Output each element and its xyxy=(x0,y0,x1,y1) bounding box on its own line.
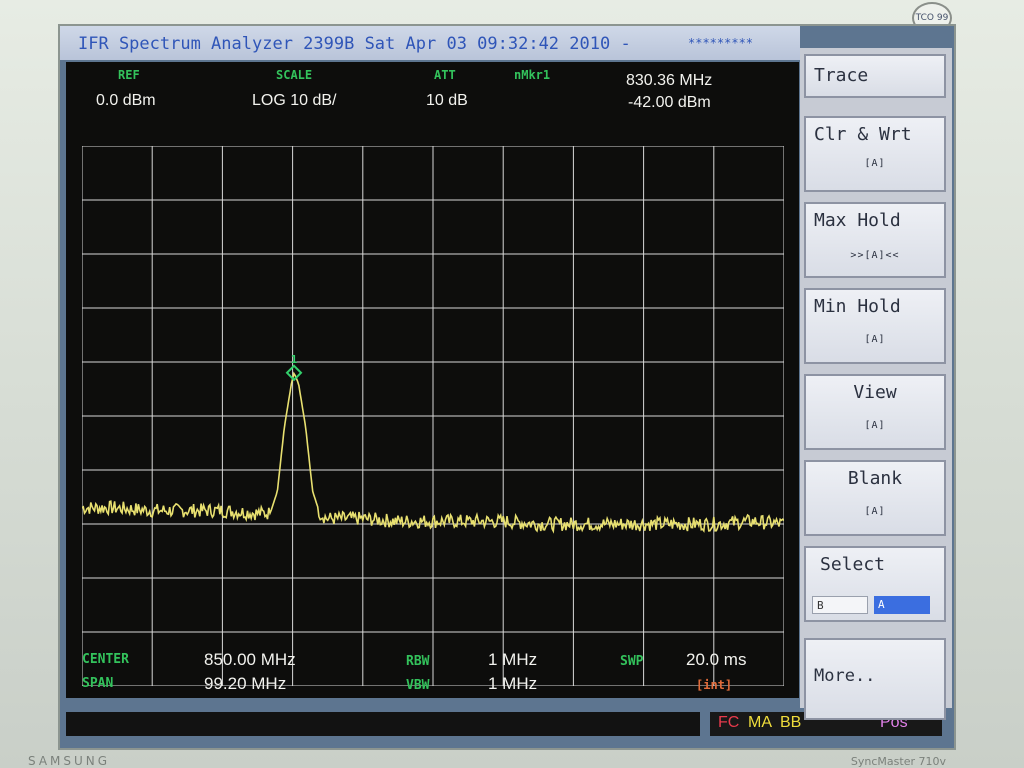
marker-level: -42.00 dBm xyxy=(628,94,711,111)
min-hold-label: Min Hold xyxy=(814,296,901,317)
ref-value: 0.0 dBm xyxy=(96,92,156,109)
monitor-model: SyncMaster 710v xyxy=(850,755,946,768)
marker-number: 1 xyxy=(291,353,298,366)
trace-display: REF 0.0 dBm SCALE LOG 10 dB/ ATT 10 dB n… xyxy=(66,62,799,698)
title-stars: ********* xyxy=(688,36,754,50)
graticule: 1 xyxy=(82,146,784,686)
message-bar xyxy=(66,712,700,736)
center-label: CENTER xyxy=(82,652,129,667)
scale-value: LOG 10 dB/ xyxy=(252,92,337,109)
span-value: 99.20 MHz xyxy=(204,674,287,693)
ma-indicator: MA xyxy=(748,714,772,731)
rbw-value: 1 MHz xyxy=(488,650,538,669)
clr-wrt-button[interactable]: Clr & Wrt [A] xyxy=(804,116,946,192)
sweep-mode: [int] xyxy=(696,678,733,692)
ref-label: REF xyxy=(118,68,140,82)
select-button[interactable]: Select B A xyxy=(804,546,946,622)
blank-label: Blank xyxy=(847,468,903,489)
title-bar: IFR Spectrum Analyzer 2399B Sat Apr 03 0… xyxy=(60,26,800,60)
more-button[interactable]: More.. xyxy=(804,638,946,720)
select-label: Select xyxy=(820,554,886,575)
max-hold-sub: >>[A]<< xyxy=(850,250,900,261)
vbw-value: 1 MHz xyxy=(488,674,538,693)
min-hold-button[interactable]: Min Hold [A] xyxy=(804,288,946,364)
center-value: 850.00 MHz xyxy=(204,650,296,669)
att-value: 10 dB xyxy=(426,92,468,109)
rbw-label: RBW xyxy=(406,654,430,669)
blank-button[interactable]: Blank [A] xyxy=(804,460,946,536)
view-button[interactable]: View [A] xyxy=(804,374,946,450)
view-sub: [A] xyxy=(864,420,886,431)
title-text: IFR Spectrum Analyzer 2399B Sat Apr 03 0… xyxy=(78,34,631,54)
view-label: View xyxy=(853,382,897,403)
select-option-a[interactable]: A xyxy=(874,596,930,614)
clr-wrt-label: Clr & Wrt xyxy=(814,124,912,145)
more-label: More.. xyxy=(814,666,876,686)
swp-label: SWP xyxy=(620,654,644,669)
marker-frequency: 830.36 MHz xyxy=(626,72,713,89)
vbw-label: VBW xyxy=(406,678,430,693)
softkey-panel: Trace Clr & Wrt [A] Max Hold >>[A]<< Min… xyxy=(800,48,952,720)
select-option-b[interactable]: B xyxy=(812,596,868,614)
analyzer-screen: IFR Spectrum Analyzer 2399B Sat Apr 03 0… xyxy=(58,24,956,750)
swp-value: 20.0 ms xyxy=(686,650,747,669)
trace-title-label: Trace xyxy=(814,65,869,86)
fc-indicator: FC xyxy=(718,714,740,731)
bb-indicator: BB xyxy=(780,714,802,731)
att-label: ATT xyxy=(434,68,456,82)
min-hold-sub: [A] xyxy=(864,334,886,345)
span-label: SPAN xyxy=(82,676,114,691)
marker-label: nMkr1 xyxy=(514,68,551,82)
max-hold-button[interactable]: Max Hold >>[A]<< xyxy=(804,202,946,278)
trace-menu-title: Trace xyxy=(804,54,946,98)
scale-label: SCALE xyxy=(276,68,313,82)
monitor-brand: SAMSUNG xyxy=(28,754,111,768)
clr-wrt-sub: [A] xyxy=(864,158,886,169)
max-hold-label: Max Hold xyxy=(814,210,901,231)
blank-sub: [A] xyxy=(864,506,886,517)
grid xyxy=(82,146,784,686)
